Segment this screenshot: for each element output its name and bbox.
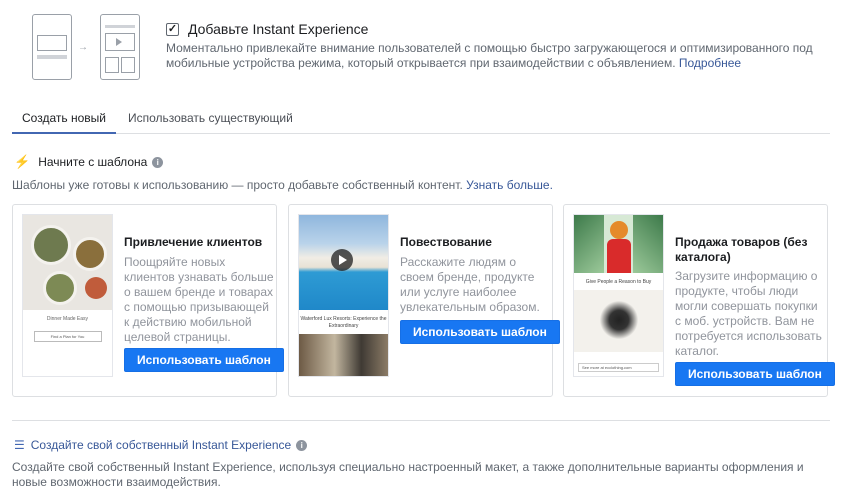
experience-phone-icon: [100, 14, 140, 80]
template-preview-image: Dinner Made Easy Find a Plan for You: [22, 214, 113, 377]
template-card-customer-acquisition[interactable]: Dinner Made Easy Find a Plan for You При…: [12, 204, 284, 397]
section-divider: [12, 420, 830, 421]
card-title: Привлечение клиентов: [124, 235, 263, 249]
add-instant-experience-title: Добавьте Instant Experience: [188, 21, 369, 37]
card-title: Повествование: [400, 235, 492, 249]
preview-headline: Give People a Reason to Buy: [585, 279, 652, 285]
header-description: Моментально привлекайте внимание пользов…: [166, 41, 816, 71]
ad-phone-icon: [32, 14, 72, 80]
play-icon: [331, 249, 353, 271]
instant-experience-illustration: →: [32, 14, 142, 80]
tab-create-new[interactable]: Создать новый: [12, 100, 116, 134]
card-title: Продажа товаров (без каталога): [675, 235, 808, 264]
checkmark-icon: ✓: [167, 22, 178, 35]
templates-description-text: Шаблоны уже готовы к использованию — про…: [12, 178, 463, 192]
arrow-right-icon: →: [78, 42, 88, 53]
use-template-button[interactable]: Использовать шаблон: [400, 320, 560, 344]
tab-use-existing[interactable]: Использовать существующий: [118, 100, 303, 134]
template-preview-image: Give People a Reason to Buy See more at …: [573, 214, 664, 377]
templates-description: Шаблоны уже готовы к использованию — про…: [12, 178, 553, 192]
templates-heading-row: ⚡ Начните с шаблона i: [14, 154, 164, 170]
custom-layout-icon: ☰: [14, 438, 25, 452]
custom-description: Создайте свой собственный Instant Experi…: [12, 460, 804, 489]
use-template-button[interactable]: Использовать шаблон: [675, 362, 835, 386]
lightning-icon: ⚡: [14, 154, 31, 169]
preview-button: Find a Plan for You: [33, 331, 102, 342]
card-description: Расскажите людям о своем бренде, продукт…: [400, 255, 540, 314]
learn-more-link[interactable]: Подробнее: [679, 56, 741, 70]
info-icon[interactable]: i: [296, 439, 308, 451]
preview-headline: Waterford Lux Resorts: Experience the Ex…: [300, 316, 387, 329]
template-card-storytelling[interactable]: Waterford Lux Resorts: Experience the Ex…: [288, 204, 560, 397]
preview-footer: See more at ecclothing.com: [578, 363, 659, 372]
templates-heading: Начните с шаблона: [38, 155, 148, 169]
add-instant-experience-checkbox[interactable]: ✓: [166, 22, 179, 36]
create-custom-row: ☰ Создайте свой собственный Instant Expe…: [14, 438, 308, 452]
template-preview-image: Waterford Lux Resorts: Experience the Ex…: [298, 214, 389, 377]
template-card-sell-products[interactable]: Give People a Reason to Buy See more at …: [563, 204, 835, 397]
card-description: Поощряйте новых клиентов узнавать больше…: [124, 255, 274, 344]
templates-learn-more-link[interactable]: Узнать больше.: [466, 178, 553, 192]
create-custom-link[interactable]: Создайте свой собственный Instant Experi…: [31, 438, 291, 452]
preview-headline: Dinner Made Easy: [46, 316, 89, 322]
info-icon[interactable]: i: [152, 156, 164, 168]
tab-bar: Создать новый Использовать существующий: [12, 100, 830, 134]
card-description: Загрузите информацию о продукте, чтобы л…: [675, 269, 822, 358]
use-template-button[interactable]: Использовать шаблон: [124, 348, 284, 372]
add-instant-experience-row[interactable]: ✓ Добавьте Instant Experience: [166, 21, 368, 37]
